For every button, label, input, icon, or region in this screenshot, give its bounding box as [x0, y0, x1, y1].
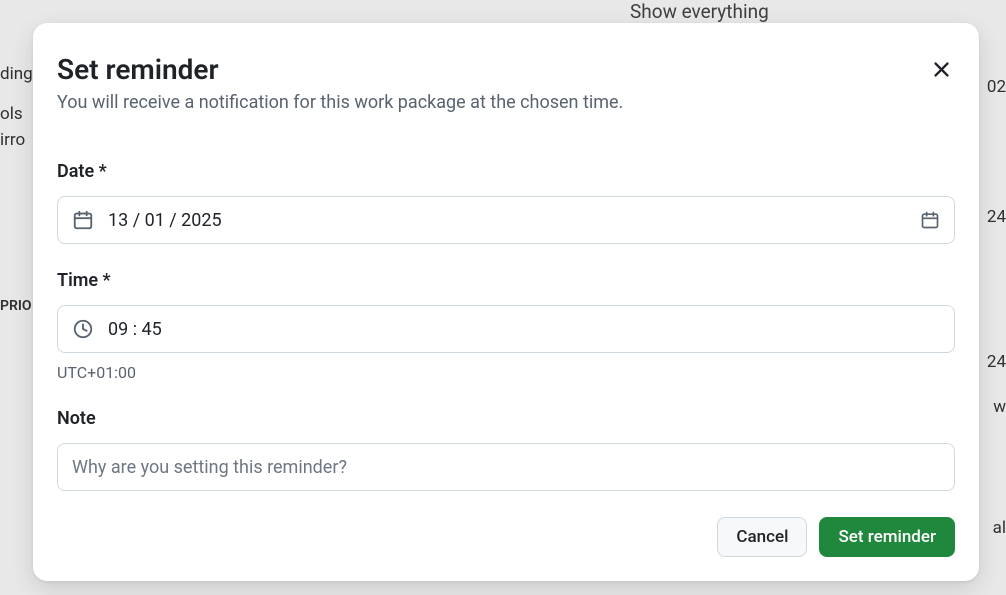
modal-subtitle: You will receive a notification for this…	[57, 92, 955, 113]
modal-header: Set reminder You will receive a notifica…	[57, 53, 955, 113]
note-input[interactable]	[72, 457, 940, 478]
close-button[interactable]	[927, 55, 955, 83]
date-value: 13 / 01 / 2025	[108, 210, 920, 231]
time-value: 09 : 45	[108, 319, 940, 340]
date-label: Date *	[57, 161, 955, 182]
date-input[interactable]: 13 / 01 / 2025	[57, 196, 955, 244]
time-input[interactable]: 09 : 45	[57, 305, 955, 353]
modal-title: Set reminder	[57, 53, 955, 86]
time-label: Time *	[57, 270, 955, 291]
cancel-button[interactable]: Cancel	[717, 517, 807, 557]
modal-body: Date * 13 / 01 / 2025	[57, 161, 955, 557]
calendar-icon	[72, 209, 94, 231]
clock-icon	[72, 318, 94, 340]
close-icon	[932, 60, 951, 79]
note-field-group: Note	[57, 408, 955, 491]
set-reminder-modal: Set reminder You will receive a notifica…	[33, 23, 979, 581]
time-field-group: Time * 09 : 45 UTC+01:00	[57, 270, 955, 382]
date-field-group: Date * 13 / 01 / 2025	[57, 161, 955, 244]
modal-footer: Cancel Set reminder	[57, 517, 955, 557]
note-input-wrapper	[57, 443, 955, 491]
set-reminder-button[interactable]: Set reminder	[819, 517, 955, 557]
calendar-picker-icon[interactable]	[920, 210, 940, 230]
timezone-text: UTC+01:00	[57, 363, 955, 382]
note-label: Note	[57, 408, 955, 429]
